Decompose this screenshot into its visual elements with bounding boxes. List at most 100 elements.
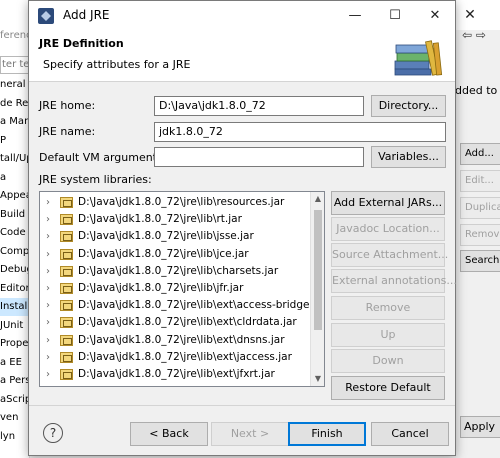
- chevron-right-icon[interactable]: ›: [46, 383, 50, 386]
- javadoc-location-button[interactable]: Javadoc Location...: [331, 217, 445, 241]
- library-path: D:\Java\jdk1.8.0_72\jre\lib\jsse.jar: [78, 230, 254, 243]
- apply-button[interactable]: Apply: [460, 416, 500, 438]
- jre-name-input[interactable]: jdk1.8.0_72: [154, 122, 446, 142]
- preferences-tree-item[interactable]: aScrip: [0, 391, 30, 409]
- remove-button[interactable]: Remove: [331, 296, 445, 320]
- preferences-tree-item[interactable]: Build I: [0, 206, 30, 224]
- preferences-tree-item[interactable]: tall/Up: [0, 150, 30, 168]
- preferences-nav-arrows[interactable]: ⇦ ⇨: [462, 28, 486, 42]
- dialog-header: JRE Definition Specify attributes for a …: [29, 30, 455, 82]
- preferences-tree-item[interactable]: Appea: [0, 187, 30, 205]
- close-button[interactable]: ✕: [415, 1, 455, 30]
- eclipse-app-icon: [38, 8, 54, 24]
- library-item[interactable]: › D:\Java\jdk1.8.0_72\jre\lib\charsets.ja…: [40, 263, 310, 280]
- back-button[interactable]: < Back: [130, 422, 208, 446]
- preferences-tree-item[interactable]: P: [0, 132, 30, 150]
- preferences-tree-item[interactable]: Comp: [0, 243, 30, 261]
- dialog-titlebar: Add JRE — ☐ ✕: [29, 1, 455, 30]
- preferences-tree-item[interactable]: Prope: [0, 335, 30, 353]
- preferences-tree-item[interactable]: neral: [0, 76, 30, 94]
- library-item[interactable]: › D:\Java\jdk1.8.0_72\jre\lib\ext\access-…: [40, 297, 310, 314]
- chevron-right-icon[interactable]: ›: [46, 228, 50, 245]
- chevron-right-icon[interactable]: ›: [46, 194, 50, 211]
- library-item[interactable]: › D:\Java\jdk1.8.0_72\jre\lib\ext\localed…: [40, 383, 310, 387]
- preferences-tree-item[interactable]: a Man: [0, 113, 30, 131]
- library-item[interactable]: › D:\Java\jdk1.8.0_72\jre\lib\ext\cldrdat…: [40, 314, 310, 331]
- library-item[interactable]: › D:\Java\jdk1.8.0_72\jre\lib\jce.jar: [40, 246, 310, 263]
- jre-name-label: JRE name:: [39, 125, 96, 138]
- scroll-up-arrow-icon[interactable]: ▲: [311, 192, 324, 206]
- jar-file-icon: [60, 351, 73, 363]
- chevron-right-icon[interactable]: ›: [46, 332, 50, 349]
- add-external-jars-button[interactable]: Add External JARs...: [331, 191, 445, 215]
- installed-jres-button[interactable]: Edit...: [460, 170, 500, 192]
- scrollbar-thumb[interactable]: [314, 210, 322, 330]
- preferences-filter-input[interactable]: ter tex: [0, 56, 30, 74]
- library-item[interactable]: › D:\Java\jdk1.8.0_72\jre\lib\jsse.jar: [40, 228, 310, 245]
- jar-file-icon: [60, 197, 73, 208]
- installed-jres-button[interactable]: Remove: [460, 224, 500, 246]
- next-button[interactable]: Next >: [211, 422, 289, 446]
- cancel-button[interactable]: Cancel: [371, 422, 449, 446]
- library-item[interactable]: › D:\Java\jdk1.8.0_72\jre\lib\jfr.jar: [40, 280, 310, 297]
- chevron-right-icon[interactable]: ›: [46, 349, 50, 366]
- directory-button[interactable]: Directory...: [371, 95, 446, 117]
- preferences-tree-item[interactable]: lyn: [0, 428, 30, 446]
- source-attachment-button[interactable]: Source Attachment...: [331, 243, 448, 267]
- library-path: D:\Java\jdk1.8.0_72\jre\lib\jce.jar: [78, 247, 249, 260]
- chevron-right-icon[interactable]: ›: [46, 366, 50, 383]
- library-item[interactable]: › D:\Java\jdk1.8.0_72\jre\lib\ext\jaccess…: [40, 349, 310, 366]
- jar-file-icon: [60, 334, 73, 346]
- jar-file-icon: [60, 214, 73, 226]
- vm-arguments-input[interactable]: [154, 147, 364, 167]
- finish-button[interactable]: Finish: [288, 422, 366, 446]
- chevron-right-icon[interactable]: ›: [46, 314, 50, 331]
- preferences-tree-panel: ferenc ter tex neralde Reca ManPtall/Upa…: [0, 0, 32, 458]
- installed-jres-button[interactable]: Search...: [460, 250, 500, 272]
- library-item[interactable]: › D:\Java\jdk1.8.0_72\jre\lib\ext\dnsns.j…: [40, 332, 310, 349]
- library-item[interactable]: › D:\Java\jdk1.8.0_72\jre\lib\resources.j…: [40, 194, 310, 211]
- preferences-tree-item[interactable]: de Rec: [0, 95, 30, 113]
- jre-libraries-list[interactable]: › D:\Java\jdk1.8.0_72\jre\lib\resources.j…: [39, 191, 325, 387]
- preferences-tree-item[interactable]: a Pers: [0, 372, 30, 390]
- restore-default-button[interactable]: Restore Default: [331, 376, 445, 400]
- preferences-tree-item[interactable]: Install: [0, 298, 30, 316]
- scroll-down-arrow-icon[interactable]: ▼: [311, 372, 324, 386]
- help-icon[interactable]: ?: [43, 423, 63, 443]
- library-path: D:\Java\jdk1.8.0_72\jre\lib\ext\jaccess.…: [78, 350, 292, 363]
- library-path: D:\Java\jdk1.8.0_72\jre\lib\ext\localeda…: [78, 383, 308, 386]
- maximize-button[interactable]: ☐: [375, 1, 415, 30]
- header-description: Specify attributes for a JRE: [43, 58, 191, 71]
- preferences-tree-item[interactable]: JUnit: [0, 317, 30, 335]
- preferences-tree-item[interactable]: Debug: [0, 261, 30, 279]
- preferences-tree-item[interactable]: a: [0, 169, 30, 187]
- library-path: D:\Java\jdk1.8.0_72\jre\lib\ext\access-b…: [78, 299, 310, 312]
- minimize-button[interactable]: —: [335, 1, 375, 30]
- up-button[interactable]: Up: [331, 323, 445, 347]
- add-jre-dialog: Add JRE — ☐ ✕ JRE Definition Specify att…: [28, 0, 457, 456]
- chevron-right-icon[interactable]: ›: [46, 280, 50, 297]
- preferences-tree-item[interactable]: a EE: [0, 354, 30, 372]
- installed-jres-button[interactable]: Add...: [460, 143, 500, 165]
- jre-home-input[interactable]: D:\Java\jdk1.8.0_72: [154, 96, 364, 116]
- variables-button[interactable]: Variables...: [371, 146, 446, 168]
- libraries-scrollbar[interactable]: ▲ ▼: [310, 192, 324, 386]
- chevron-right-icon[interactable]: ›: [46, 297, 50, 314]
- installed-jres-button[interactable]: Duplicate...: [460, 197, 500, 219]
- footer-separator: [29, 405, 455, 406]
- external-annotations-button[interactable]: External annotations...: [331, 269, 457, 293]
- preferences-tree-item[interactable]: Code: [0, 224, 30, 242]
- jar-file-icon: [60, 386, 73, 387]
- chevron-right-icon[interactable]: ›: [46, 211, 50, 228]
- installed-jres-description-fragment: dded to th: [455, 84, 500, 97]
- chevron-right-icon[interactable]: ›: [46, 246, 50, 263]
- jar-file-icon: [60, 231, 73, 243]
- preferences-tree-item[interactable]: ven: [0, 409, 30, 427]
- jar-file-icon: [60, 283, 73, 294]
- library-item[interactable]: › D:\Java\jdk1.8.0_72\jre\lib\ext\jfxrt.j…: [40, 366, 310, 383]
- library-path: D:\Java\jdk1.8.0_72\jre\lib\resources.ja…: [78, 196, 285, 208]
- down-button[interactable]: Down: [331, 349, 445, 373]
- chevron-right-icon[interactable]: ›: [46, 263, 50, 280]
- library-item[interactable]: › D:\Java\jdk1.8.0_72\jre\lib\rt.jar: [40, 211, 310, 228]
- preferences-tree-item[interactable]: Editor: [0, 280, 30, 298]
